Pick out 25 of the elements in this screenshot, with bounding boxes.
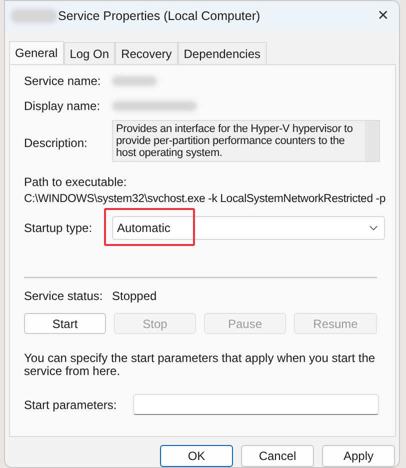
path-label: Path to executable:: [24, 175, 128, 190]
hint-text: You can specify the start parameters that apply when you start the service from here.: [24, 352, 376, 378]
service-button[interactable]: Start: [24, 313, 106, 334]
status-value: Stopped: [112, 289, 157, 304]
dialog-button[interactable]: Apply: [322, 445, 395, 467]
tab[interactable]: General: [9, 41, 64, 66]
blurred-text: [112, 76, 157, 86]
tab[interactable]: Log On: [64, 42, 116, 64]
chevron-icon: [369, 225, 378, 232]
close-button[interactable]: ✕: [367, 1, 399, 32]
field-label: Description:: [24, 136, 88, 150]
tab[interactable]: Recovery: [115, 42, 178, 64]
startup-type-dropdown[interactable]: Automatic: [112, 216, 385, 240]
path-text: C:\WINDOWS\system32\svchost.exe -k LocalSystemNetworkRestricted -p: [24, 193, 385, 206]
description-box[interactable]: Provides an interface for the Hyper-V hypervisor to provide per-partition performance counters to the host operating system.: [112, 120, 380, 162]
dialog-button[interactable]: OK: [160, 445, 233, 467]
dialog-button[interactable]: Cancel: [241, 445, 314, 467]
field-label: Display name:: [24, 99, 102, 114]
field-label: Start parameters:: [24, 398, 118, 412]
field-label: Service name:: [24, 74, 102, 88]
tab[interactable]: Dependencies: [178, 42, 266, 64]
field-label: Service status:: [24, 289, 104, 304]
field-label: Startup type:: [24, 221, 94, 236]
start-parameters-field[interactable]: [133, 394, 379, 416]
window-title: Service Properties (Local Computer): [58, 9, 262, 24]
